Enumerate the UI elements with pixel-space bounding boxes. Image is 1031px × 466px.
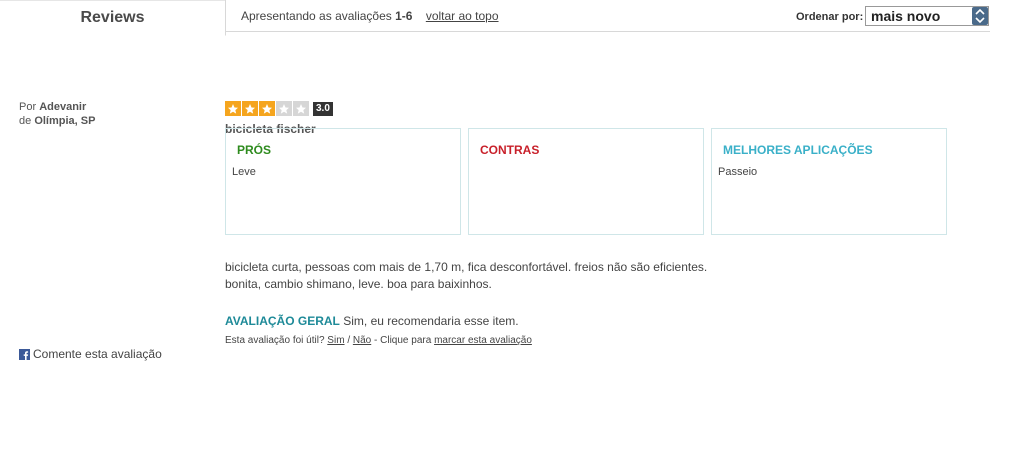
helpful-prefix: Esta avaliação foi útil? <box>225 335 325 346</box>
comment-review-link[interactable]: Comente esta avaliação <box>19 347 162 361</box>
star-empty-icon <box>276 101 292 116</box>
overall-text: Sim, eu recomendaria esse item. <box>343 314 519 328</box>
overall-label: AVALIAÇÃO GERAL <box>225 314 340 328</box>
sort-chevrons-icon <box>972 7 988 25</box>
star-filled-icon <box>259 101 275 116</box>
pros-text: Leve <box>232 166 256 178</box>
tab-reviews-label: Reviews <box>80 8 145 26</box>
sort-select[interactable]: mais novo <box>865 6 989 26</box>
review-body-line: bicicleta curta, pessoas com mais de 1,7… <box>225 260 708 274</box>
location-prefix: de <box>19 115 32 127</box>
report-review-link[interactable]: marcar esta avaliação <box>434 335 532 346</box>
facebook-icon <box>19 348 30 360</box>
showing-prefix: Apresentando as avaliações <box>241 9 392 23</box>
cons-title: CONTRAS <box>480 143 540 157</box>
showing-text: Apresentando as avaliações 1-6 voltar ao… <box>241 9 499 23</box>
comment-label: Comente esta avaliação <box>33 347 162 361</box>
author-prefix: Por <box>19 101 37 113</box>
review-author: Por Adevanir de Olímpia, SP <box>19 100 95 128</box>
showing-range: 1-6 <box>395 9 413 23</box>
helpful-yes-link[interactable]: Sim <box>327 335 344 346</box>
helpful-separator: / <box>347 335 351 346</box>
reviews-toolbar: Apresentando as avaliações 1-6 voltar ao… <box>226 0 990 32</box>
star-filled-icon <box>242 101 258 116</box>
pros-box: PRÓS Leve <box>225 128 461 235</box>
pros-title: PRÓS <box>237 143 272 157</box>
review-body: bicicleta curta, pessoas com mais de 1,7… <box>225 259 707 293</box>
helpful-no-link[interactable]: Não <box>353 335 371 346</box>
author-name: Adevanir <box>39 101 87 113</box>
helpful-prompt: Esta avaliação foi útil? Sim / Não - Cli… <box>225 335 532 346</box>
best-uses-text: Passeio <box>718 166 758 178</box>
sort-value: mais novo <box>871 8 941 24</box>
star-empty-icon <box>293 101 309 116</box>
back-to-top-link[interactable]: voltar ao topo <box>426 9 499 23</box>
star-filled-icon <box>225 101 241 116</box>
rating-stars: 3.0 <box>225 101 333 116</box>
review-body-line: bonita, cambio shimano, leve. boa para b… <box>225 277 492 291</box>
rating-value-badge: 3.0 <box>313 101 333 116</box>
sort-label: Ordenar por: <box>796 11 864 23</box>
helpful-mid: - Clique para <box>374 335 432 346</box>
author-location: Olímpia, SP <box>34 115 96 127</box>
best-uses-title: MELHORES APLICAÇÕES <box>723 143 873 157</box>
tab-reviews[interactable]: Reviews <box>0 0 226 36</box>
cons-box: CONTRAS <box>468 128 704 235</box>
overall-recommendation: AVALIAÇÃO GERAL Sim, eu recomendaria ess… <box>225 314 519 328</box>
best-uses-box: MELHORES APLICAÇÕES Passeio <box>711 128 947 235</box>
